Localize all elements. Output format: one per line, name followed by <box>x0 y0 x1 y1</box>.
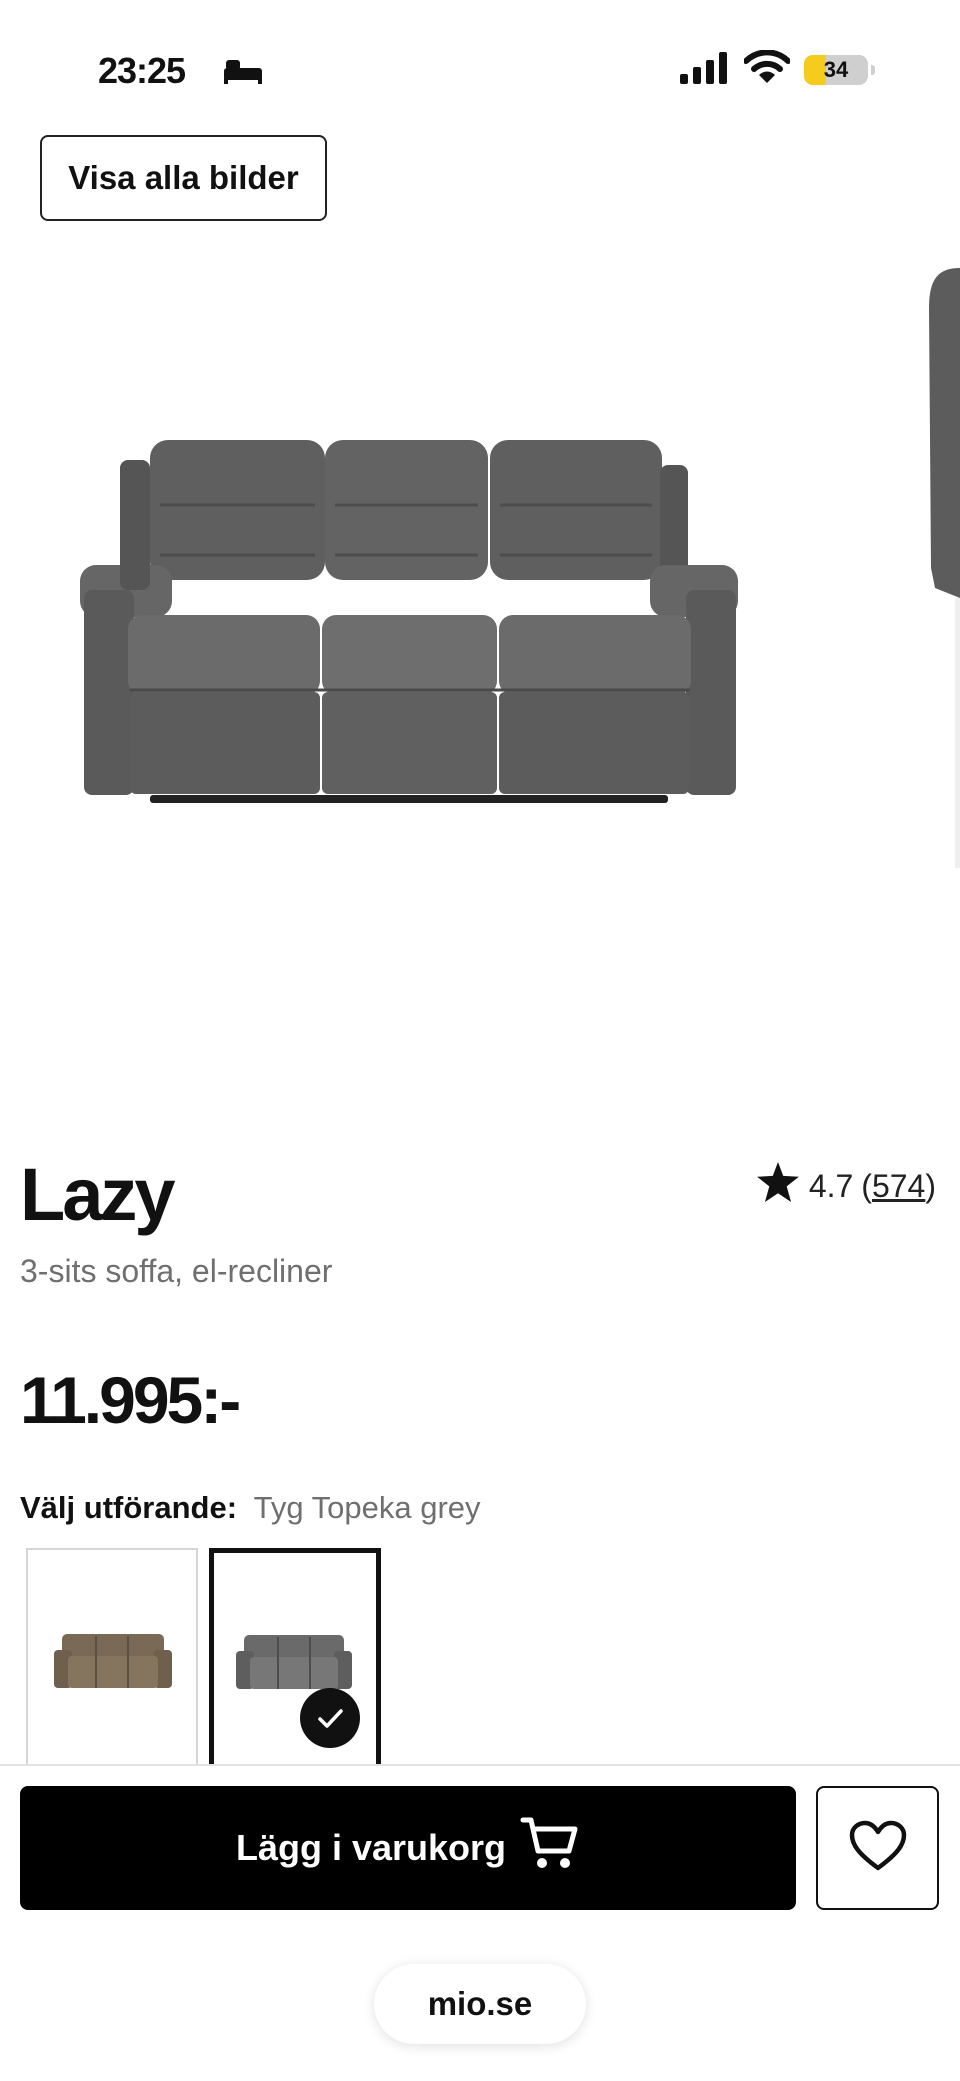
show-all-images-button[interactable]: Visa alla bilder <box>40 135 327 221</box>
wifi-icon <box>743 49 791 89</box>
product-price: 11.995:- <box>20 1363 241 1437</box>
heart-icon <box>849 1820 907 1877</box>
battery-icon: 34 <box>804 55 875 85</box>
star-icon <box>756 1162 799 1210</box>
status-time: 23:25 <box>98 50 186 91</box>
variant-label-text: Välj utförande: <box>20 1490 238 1525</box>
add-to-cart-button[interactable]: Lägg i varukorg <box>20 1786 796 1910</box>
product-rating: 4.7 (574) <box>756 1162 936 1210</box>
variant-label: Välj utförande: Tyg Topeka grey <box>20 1490 481 1526</box>
variant-option-brown[interactable] <box>26 1548 198 1764</box>
product-image[interactable] <box>0 240 920 820</box>
variant-option-grey[interactable] <box>209 1548 381 1764</box>
add-to-cart-label: Lägg i varukorg <box>235 1827 507 1868</box>
browser-url-pill[interactable]: mio.se <box>374 1964 586 2044</box>
product-title: Lazy <box>20 1153 176 1236</box>
cart-icon <box>520 1815 580 1882</box>
wishlist-button[interactable] <box>816 1786 939 1910</box>
selected-check-icon <box>300 1688 360 1748</box>
variant-selected-value: Tyg Topeka grey <box>253 1490 481 1525</box>
signal-icon <box>680 52 730 89</box>
rating-paren-close: ) <box>925 1167 936 1204</box>
review-count-link[interactable]: 574 <box>872 1168 925 1205</box>
product-subtitle: 3-sits soffa, el-recliner <box>20 1253 333 1289</box>
rating-paren-open: ( <box>861 1167 872 1204</box>
sticky-action-bar: Lägg i varukorg mio.se <box>0 1764 960 2081</box>
sleep-icon <box>222 56 264 89</box>
status-bar: 23:25 34 <box>0 0 960 140</box>
next-image-peek[interactable] <box>925 268 960 888</box>
rating-value: 4.7 <box>808 1167 854 1204</box>
battery-level: 34 <box>823 57 849 82</box>
